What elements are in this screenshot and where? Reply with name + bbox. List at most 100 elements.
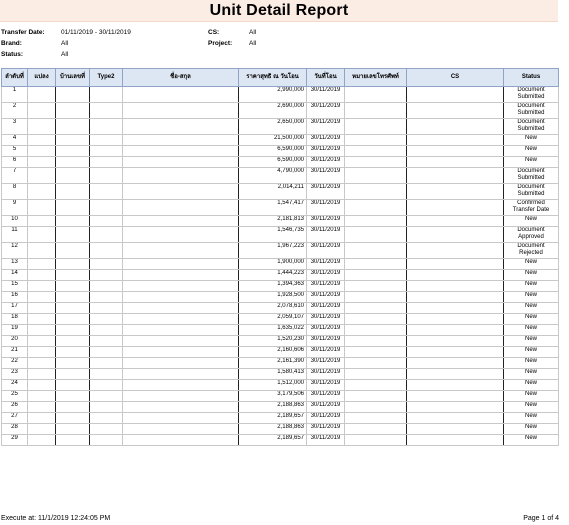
cell-net-price: 1,547,417 (238, 199, 307, 216)
cell-no: 25 (1, 390, 28, 402)
col-header-transfer-date: วันที่โอน (306, 68, 345, 87)
cell-no: 18 (1, 313, 28, 325)
col-header-house-no: บ้านเลขที่ (55, 68, 90, 87)
cell-status: New (503, 134, 559, 146)
cell-status: New (503, 335, 559, 347)
cell-type2 (89, 291, 123, 303)
cell-no: 27 (1, 412, 28, 424)
cell-no: 23 (1, 368, 28, 380)
cell-phone (344, 118, 407, 135)
cell-plot (27, 215, 56, 227)
cell-status: New (503, 434, 559, 446)
cell-type2 (89, 357, 123, 369)
cell-phone (344, 145, 407, 157)
report-title: Unit Detail Report (209, 1, 349, 19)
cell-house-no (55, 242, 90, 259)
cell-cs (406, 401, 504, 413)
cell-net-price: 2,690,000 (238, 102, 307, 119)
cell-house-no (55, 390, 90, 402)
cell-type2 (89, 134, 123, 146)
cell-no: 3 (1, 118, 28, 135)
cell-plot (27, 324, 56, 336)
cell-transfer-date: 30/11/2019 (306, 357, 345, 369)
cell-phone (344, 86, 407, 103)
cell-name (122, 390, 239, 402)
cell-house-no (55, 183, 90, 200)
cell-phone (344, 269, 407, 281)
cell-cs (406, 118, 504, 135)
cell-plot (27, 134, 56, 146)
cell-type2 (89, 412, 123, 424)
cell-net-price: 2,181,813 (238, 215, 307, 227)
cell-transfer-date: 30/11/2019 (306, 390, 345, 402)
cell-transfer-date: 30/11/2019 (306, 313, 345, 325)
cell-house-no (55, 118, 90, 135)
cell-cs (406, 368, 504, 380)
cell-status: New (503, 346, 559, 358)
cell-phone (344, 412, 407, 424)
cell-name (122, 242, 239, 259)
cell-name (122, 346, 239, 358)
cell-house-no (55, 258, 90, 270)
cell-no: 16 (1, 291, 28, 303)
cell-type2 (89, 156, 123, 168)
cell-type2 (89, 118, 123, 135)
cell-net-price: 2,189,657 (238, 412, 307, 424)
cell-name (122, 291, 239, 303)
cell-transfer-date: 30/11/2019 (306, 368, 345, 380)
filter-label: Status: (1, 51, 24, 58)
cell-net-price: 2,650,000 (238, 118, 307, 135)
cell-cs (406, 199, 504, 216)
cell-plot (27, 183, 56, 200)
cell-plot (27, 226, 56, 243)
cell-cs (406, 335, 504, 347)
cell-status: New (503, 302, 559, 314)
table-row: 17 2,078,610 30/11/2019 New (1, 302, 559, 314)
cell-name (122, 118, 239, 135)
cell-cs (406, 302, 504, 314)
cell-transfer-date: 30/11/2019 (306, 156, 345, 168)
cell-no: 7 (1, 167, 28, 184)
cell-no: 8 (1, 183, 28, 200)
cell-plot (27, 86, 56, 103)
cell-net-price: 1,444,223 (238, 269, 307, 281)
filter-label: Brand: (1, 40, 22, 47)
cell-house-no (55, 102, 90, 119)
cell-plot (27, 412, 56, 424)
cell-net-price: 2,078,610 (238, 302, 307, 314)
cell-phone (344, 434, 407, 446)
cell-cs (406, 291, 504, 303)
cell-plot (27, 199, 56, 216)
table-row: 23 1,580,413 30/11/2019 New (1, 368, 559, 380)
col-header-net-price: ราคาสุทธิ ณ วันโอน (238, 68, 307, 87)
cell-name (122, 167, 239, 184)
cell-type2 (89, 280, 123, 292)
cell-plot (27, 258, 56, 270)
cell-house-no (55, 134, 90, 146)
cell-no: 15 (1, 280, 28, 292)
cell-status: New (503, 324, 559, 336)
table-row: 10 2,181,813 30/11/2019 New (1, 215, 559, 227)
cell-transfer-date: 30/11/2019 (306, 86, 345, 103)
cell-type2 (89, 258, 123, 270)
cell-net-price: 2,990,000 (238, 86, 307, 103)
cell-status: Confirmed Transfer Date (503, 199, 559, 216)
cell-plot (27, 423, 56, 435)
cell-transfer-date: 30/11/2019 (306, 291, 345, 303)
table-body: 1 2,990,000 30/11/2019 Document Submitted 2 2… (1, 86, 559, 446)
cell-no: 12 (1, 242, 28, 259)
cell-status: New (503, 291, 559, 303)
cell-transfer-date: 30/11/2019 (306, 401, 345, 413)
cell-house-no (55, 401, 90, 413)
cell-house-no (55, 346, 90, 358)
cell-phone (344, 199, 407, 216)
cell-name (122, 215, 239, 227)
cell-type2 (89, 324, 123, 336)
cell-phone (344, 401, 407, 413)
cell-status: New (503, 368, 559, 380)
cell-plot (27, 280, 56, 292)
cell-house-no (55, 269, 90, 281)
cell-status: Document Submitted (503, 118, 559, 135)
table-row: 29 2,189,657 30/11/2019 New (1, 434, 559, 446)
table-row: 14 1,444,223 30/11/2019 New (1, 269, 559, 281)
